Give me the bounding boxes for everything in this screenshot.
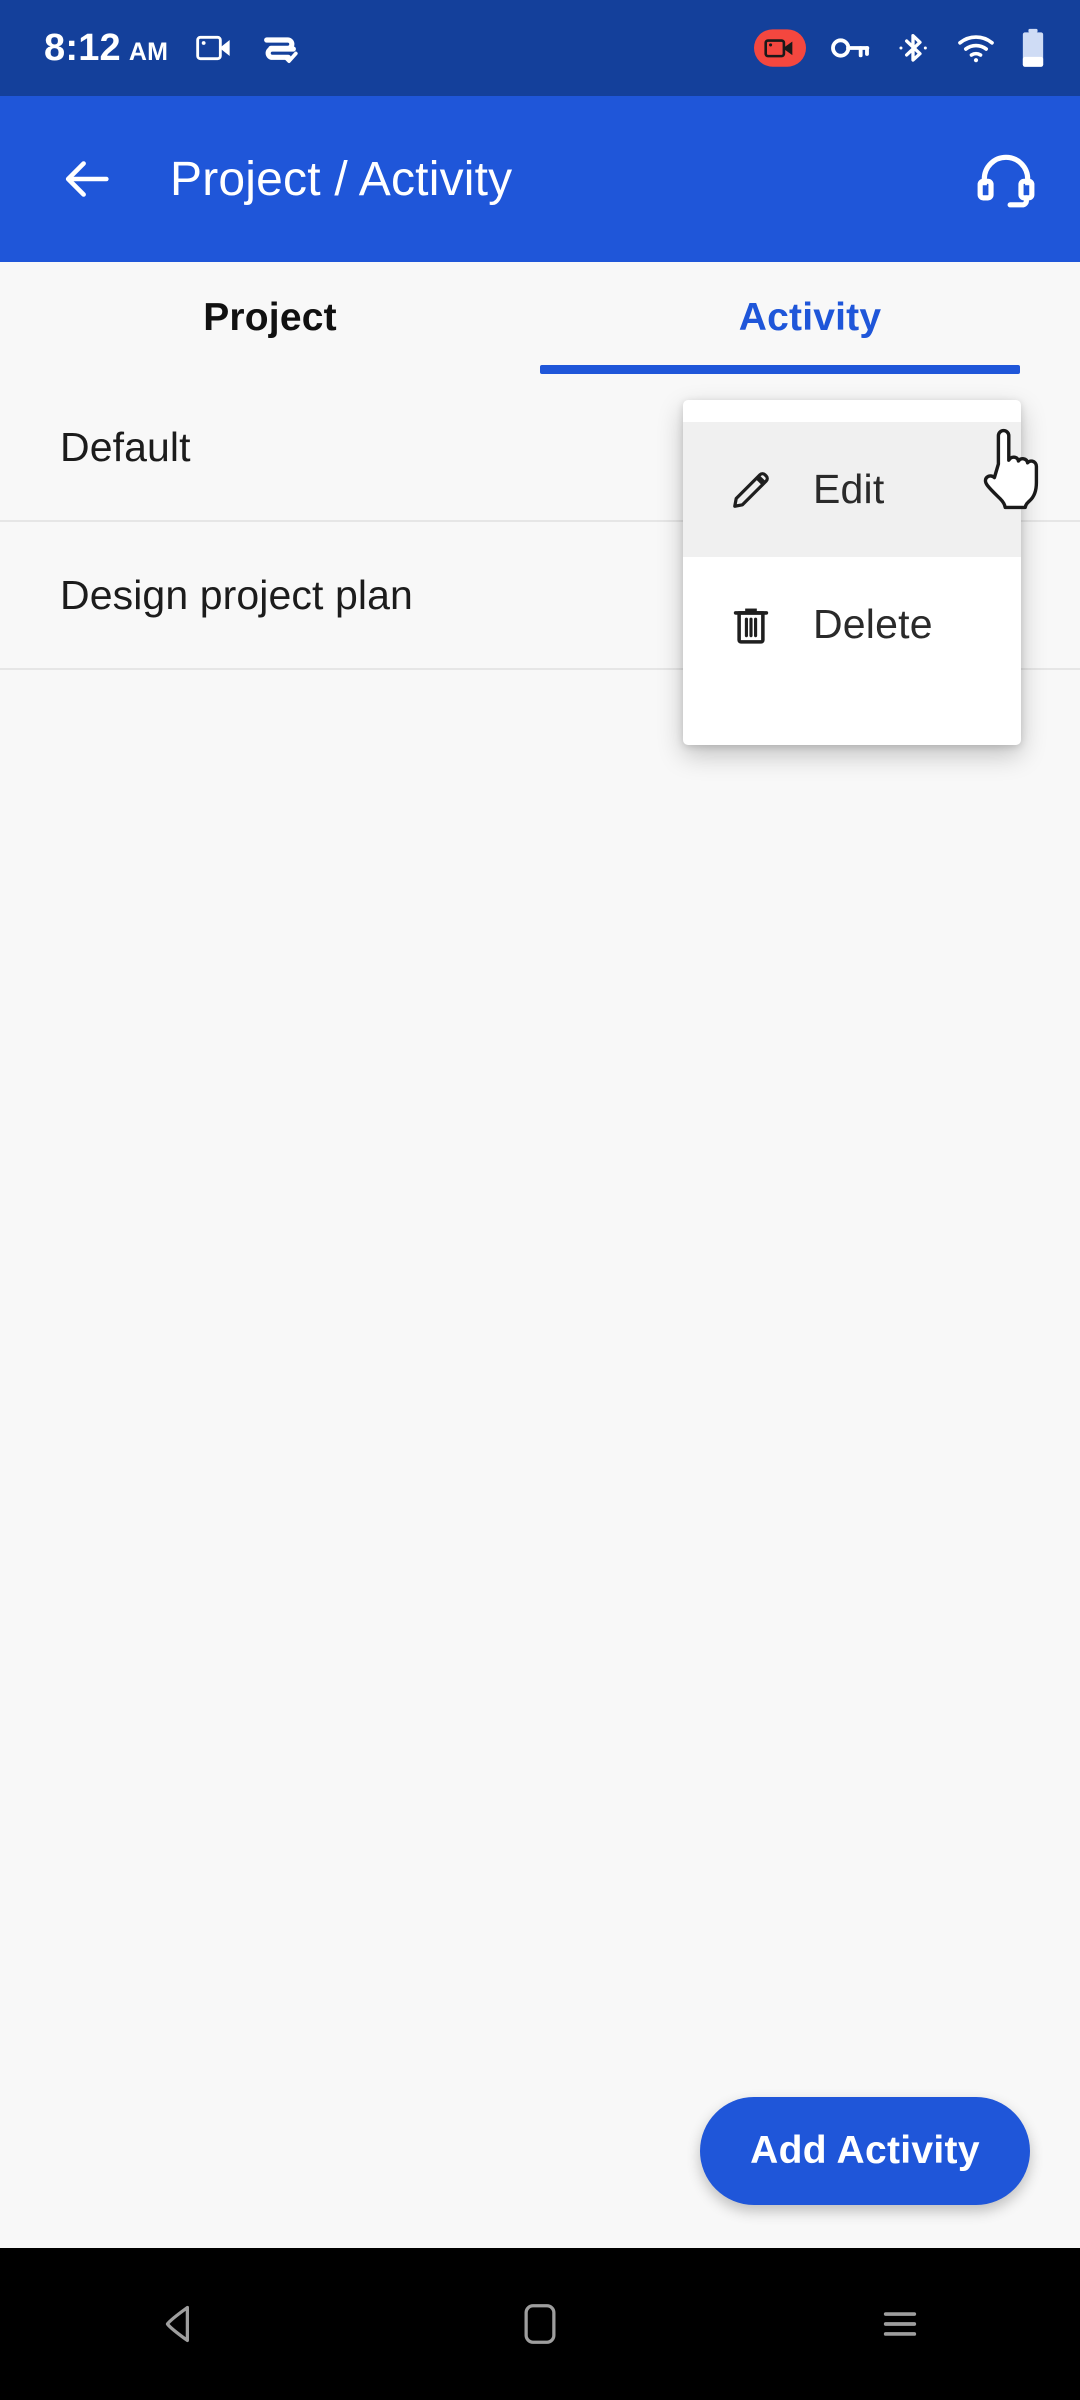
status-bar-left: 8:12 AM <box>44 27 300 70</box>
tab-activity-label: Activity <box>738 296 882 339</box>
nav-back-button[interactable] <box>0 2248 360 2400</box>
page-title: Project / Activity <box>170 152 513 206</box>
headset-support-icon <box>977 154 1035 208</box>
menu-item-delete[interactable]: Delete <box>683 557 1021 692</box>
triangle-back-icon <box>165 2305 189 2343</box>
support-button[interactable] <box>966 139 1046 219</box>
tab-activity[interactable]: Activity <box>540 262 1080 374</box>
nav-home-button[interactable] <box>360 2248 720 2400</box>
list-item-label: Design project plan <box>60 571 413 618</box>
menu-item-delete-label: Delete <box>813 601 933 647</box>
add-activity-button[interactable]: Add Activity <box>700 2097 1030 2205</box>
menu-item-edit[interactable]: Edit <box>683 422 1021 557</box>
status-bar: 8:12 AM <box>0 0 1080 96</box>
trash-delete-icon <box>725 599 777 651</box>
tab-bar: Project Activity <box>0 262 1080 374</box>
vpn-key-icon <box>831 38 870 58</box>
screen-recording-badge-icon <box>754 29 806 67</box>
tab-project-label: Project <box>203 296 337 339</box>
list-item-label: Default <box>60 423 191 470</box>
context-menu: Edit Delete <box>683 400 1021 745</box>
phone-screen: 8:12 AM Project / Activity Project Activ… <box>0 0 1080 2400</box>
wifi-icon <box>958 35 994 63</box>
app-bar: Project / Activity <box>0 96 1080 262</box>
arrow-back-icon <box>65 161 109 197</box>
tab-activity-indicator <box>540 365 1020 374</box>
pencil-edit-icon <box>725 464 777 516</box>
tab-project[interactable]: Project <box>0 262 540 374</box>
data-saver-check-icon <box>264 37 298 63</box>
menu-item-edit-label: Edit <box>813 466 885 512</box>
bluetooth-icon <box>899 33 927 62</box>
rounded-square-home-icon <box>524 2304 556 2344</box>
add-activity-label: Add Activity <box>750 2129 980 2172</box>
status-bar-clock: 8:12 AM <box>44 27 168 70</box>
clock-ampm: AM <box>128 37 169 66</box>
status-bar-right <box>754 27 1046 69</box>
hamburger-recents-icon <box>883 2312 917 2336</box>
system-navigation-bar <box>0 2248 1080 2400</box>
clock-time: 8:12 <box>44 26 121 69</box>
nav-recents-button[interactable] <box>720 2248 1080 2400</box>
battery-icon <box>1022 28 1044 67</box>
back-button[interactable] <box>50 142 124 216</box>
screen-record-icon <box>196 35 230 61</box>
